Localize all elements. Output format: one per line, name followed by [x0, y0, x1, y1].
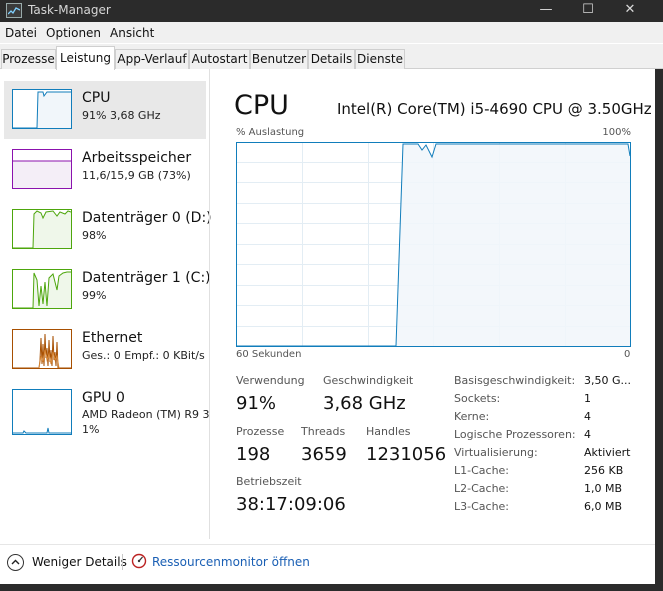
- info-value: 256 KB: [584, 464, 624, 477]
- tab-dienste[interactable]: Dienste: [355, 49, 405, 69]
- disk-0-thumbnail: [12, 209, 72, 249]
- handles-label: Handles: [366, 425, 411, 438]
- threads-value: 3659: [301, 444, 347, 465]
- info-value: Aktiviert: [584, 446, 631, 459]
- tab-benutzer[interactable]: Benutzer: [250, 49, 308, 69]
- sidebar-item-memory[interactable]: Arbeitsspeicher 11,6/15,9 GB (73%): [4, 141, 206, 199]
- sidebar-item-gpu[interactable]: GPU 0 AMD Radeon (TM) R9 39 1%: [4, 381, 210, 439]
- uptime-label: Betriebszeit: [236, 475, 302, 488]
- sidebar-item-sub: 91% 3,68 GHz: [82, 109, 161, 122]
- tab-prozesse[interactable]: Prozesse: [1, 49, 56, 69]
- sidebar-divider: [209, 69, 210, 539]
- sidebar-item-disk-1[interactable]: Datenträger 1 (C:) 99%: [4, 261, 211, 319]
- sidebar-item-sub: 98%: [82, 229, 107, 242]
- tab-leistung[interactable]: Leistung: [56, 46, 115, 70]
- graph-x-min: 0: [624, 349, 631, 360]
- menu-optionen[interactable]: Optionen: [46, 26, 101, 40]
- sidebar-item-sub: Ges.: 0 Empf.: 0 KBit/s: [82, 349, 205, 362]
- disk-1-thumbnail: [12, 269, 72, 309]
- info-label: Sockets:: [454, 392, 501, 405]
- window-edge: [655, 69, 663, 591]
- gpu-thumbnail: [12, 389, 72, 435]
- tab-strip: Prozesse Leistung App-Verlauf Autostart …: [0, 44, 663, 70]
- speed-value: 3,68 GHz: [323, 393, 406, 414]
- info-value: 4: [584, 428, 591, 441]
- footer: Weniger Details Ressourcenmonitor öffnen: [0, 544, 655, 584]
- minimize-button[interactable]: —: [528, 0, 564, 22]
- info-label: Kerne:: [454, 410, 490, 423]
- sidebar-item-cpu[interactable]: CPU 91% 3,68 GHz: [4, 81, 206, 139]
- footer-divider: [122, 554, 123, 570]
- info-label: L1-Cache:: [454, 464, 510, 477]
- info-label: L3-Cache:: [454, 500, 510, 513]
- sidebar-item-title: Datenträger 0 (D:): [82, 210, 212, 226]
- close-button[interactable]: ✕: [612, 0, 648, 22]
- cpu-model: Intel(R) Core(TM) i5-4690 CPU @ 3.50GHz: [337, 100, 652, 118]
- title-bar: Task-Manager — ☐ ✕: [0, 0, 663, 22]
- graph-y-label: % Auslastung: [236, 127, 305, 138]
- usage-value: 91%: [236, 393, 277, 414]
- processes-label: Prozesse: [236, 425, 285, 438]
- sidebar-item-title: GPU 0: [82, 390, 125, 406]
- sidebar-item-disk-0[interactable]: Datenträger 0 (D:) 98%: [4, 201, 212, 259]
- speed-label: Geschwindigkeit: [323, 374, 414, 387]
- info-label: Basisgeschwindigkeit:: [454, 374, 576, 387]
- info-value: 4: [584, 410, 591, 423]
- maximize-button[interactable]: ☐: [570, 0, 606, 22]
- open-resource-monitor-link[interactable]: Ressourcenmonitor öffnen: [152, 555, 310, 569]
- info-value: 6,0 MB: [584, 500, 623, 513]
- sidebar-item-sub-2: 1%: [82, 423, 100, 436]
- performance-content: CPU 91% 3,68 GHz Arbeitsspeicher 11,6/15…: [0, 69, 655, 544]
- uptime-value: 38:17:09:06: [236, 494, 346, 515]
- tab-details[interactable]: Details: [308, 49, 355, 69]
- info-label: Logische Prozessoren:: [454, 428, 576, 441]
- sidebar-item-ethernet[interactable]: Ethernet Ges.: 0 Empf.: 0 KBit/s: [4, 321, 206, 379]
- threads-label: Threads: [301, 425, 346, 438]
- sidebar-item-title: Arbeitsspeicher: [82, 150, 192, 166]
- sidebar-item-title: Ethernet: [82, 330, 143, 346]
- sidebar-item-sub: AMD Radeon (TM) R9 39: [82, 408, 210, 421]
- tab-app-verlauf[interactable]: App-Verlauf: [115, 49, 189, 69]
- sidebar-item-title: Datenträger 1 (C:): [82, 270, 211, 286]
- task-manager-icon: [6, 3, 22, 18]
- ethernet-thumbnail: [12, 329, 72, 369]
- usage-label: Verwendung: [236, 374, 305, 387]
- info-label: L2-Cache:: [454, 482, 510, 495]
- handles-value: 1231056: [366, 444, 447, 465]
- tab-autostart[interactable]: Autostart: [189, 49, 250, 69]
- cpu-thumbnail: [12, 89, 72, 129]
- cpu-usage-graph: [236, 142, 631, 347]
- graph-x-label: 60 Sekunden: [236, 349, 302, 360]
- sidebar-item-title: CPU: [82, 90, 111, 106]
- processes-value: 198: [236, 444, 271, 465]
- sidebar-item-sub: 99%: [82, 289, 107, 302]
- memory-thumbnail: [12, 149, 72, 189]
- sidebar-item-sub: 11,6/15,9 GB (73%): [82, 169, 191, 182]
- info-value: 1: [584, 392, 591, 405]
- resource-monitor-icon[interactable]: [131, 553, 147, 569]
- chevron-up-icon[interactable]: [7, 554, 24, 571]
- window-title: Task-Manager: [28, 3, 111, 17]
- info-value: 1,0 MB: [584, 482, 623, 495]
- window-bottom-edge: [0, 584, 663, 591]
- info-label: Virtualisierung:: [454, 446, 538, 459]
- fewer-details-button[interactable]: Weniger Details: [32, 555, 127, 569]
- info-value: 3,50 G...: [584, 374, 632, 387]
- menu-bar: Datei Optionen Ansicht: [0, 22, 663, 43]
- graph-y-max: 100%: [602, 127, 631, 138]
- menu-datei[interactable]: Datei: [5, 26, 37, 40]
- page-title: CPU: [234, 90, 289, 121]
- menu-ansicht[interactable]: Ansicht: [110, 26, 154, 40]
